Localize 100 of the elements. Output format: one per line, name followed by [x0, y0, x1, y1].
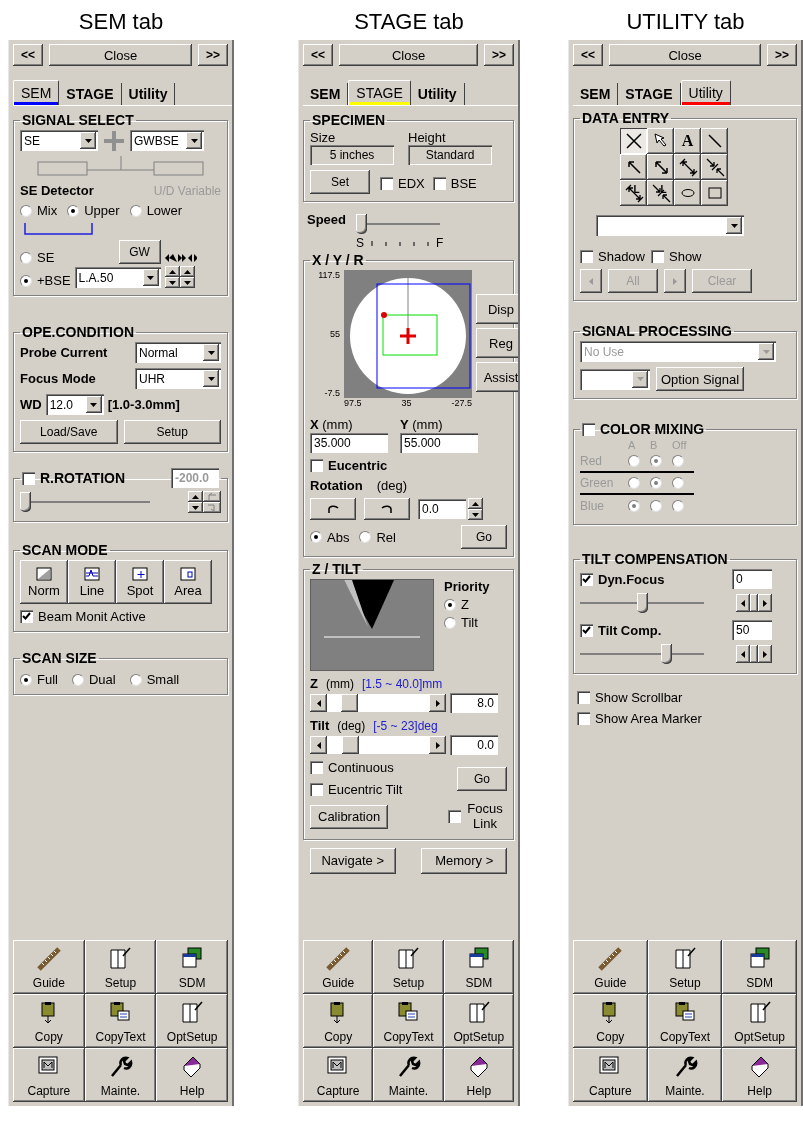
toolbar-button[interactable]: Help	[156, 1048, 228, 1102]
toolbar-button[interactable]: OptSetup	[722, 994, 797, 1048]
slider-thumb[interactable]	[661, 644, 673, 664]
toolbar-button[interactable]: Help	[722, 1048, 797, 1102]
dropdown[interactable]: UHR	[135, 368, 221, 389]
spin-down-button[interactable]	[179, 277, 195, 288]
radio-button[interactable]	[129, 204, 142, 217]
scroll-left-button[interactable]	[736, 594, 750, 612]
radio-button[interactable]	[20, 251, 32, 264]
radio-button[interactable]	[444, 598, 456, 611]
next-button[interactable]: >>	[767, 44, 797, 66]
scroll-right-button[interactable]	[429, 736, 446, 754]
radio-button[interactable]	[310, 531, 322, 543]
rotate-left-button[interactable]	[310, 498, 356, 520]
toolbar-button[interactable]: OptSetup	[443, 994, 514, 1048]
toolbar-button[interactable]: SDM	[443, 940, 514, 994]
scroll-thumb[interactable]	[341, 694, 359, 712]
close-button[interactable]: Close	[609, 44, 761, 66]
checkbox[interactable]	[580, 623, 593, 637]
radio-button[interactable]	[628, 500, 640, 512]
radio-button[interactable]	[650, 455, 662, 467]
spin-down-button[interactable]	[468, 509, 483, 520]
radio-button[interactable]	[20, 673, 32, 686]
toolbar-button[interactable]: Guide	[573, 940, 648, 994]
nav-button[interactable]: Memory >	[421, 847, 508, 874]
checkbox[interactable]	[22, 471, 35, 485]
checkbox[interactable]	[582, 422, 595, 436]
toolbar-button[interactable]: CopyText	[373, 994, 444, 1048]
scroll-thumb[interactable]	[342, 736, 360, 754]
dropdown[interactable]	[596, 215, 744, 236]
rotate-cw-button[interactable]	[203, 502, 221, 513]
scroll-left-button[interactable]	[310, 736, 327, 754]
action-button[interactable]: Setup	[123, 420, 221, 444]
toolbar-button[interactable]: Mainte.	[647, 1048, 723, 1102]
option-signal-button[interactable]: Option Signal	[656, 367, 745, 391]
checkbox[interactable]	[448, 810, 461, 824]
checkbox[interactable]	[20, 610, 33, 623]
input-field[interactable]: 8.0	[450, 693, 498, 713]
gw-button[interactable]: GW	[118, 240, 161, 264]
checkbox[interactable]	[380, 177, 393, 190]
tab[interactable]: Utility	[680, 80, 731, 105]
radio-button[interactable]	[672, 500, 684, 512]
radio-button[interactable]	[20, 274, 32, 287]
toolbar-button[interactable]: Help	[443, 1048, 514, 1102]
dropdown[interactable]: L.A.50	[74, 267, 161, 288]
scroll-right-button[interactable]	[758, 645, 772, 663]
toolbar-button[interactable]: Capture	[303, 1048, 374, 1102]
slider-thumb[interactable]	[356, 214, 367, 234]
scroll-left-button[interactable]	[736, 645, 750, 663]
toolbar-button[interactable]: Setup	[84, 940, 157, 994]
dropdown[interactable]: SE	[20, 130, 98, 151]
scan-mode-button[interactable]: Line	[68, 560, 116, 604]
checkbox[interactable]	[577, 712, 590, 725]
radio-button[interactable]	[20, 204, 32, 217]
nav-button[interactable]: Navigate >	[309, 847, 396, 874]
rotate-right-button[interactable]	[364, 498, 410, 520]
previous-button[interactable]: <<	[13, 44, 43, 66]
toolbar-button[interactable]: CopyText	[647, 994, 723, 1048]
toolbar-button[interactable]: CopyText	[84, 994, 157, 1048]
radio-button[interactable]	[444, 616, 456, 629]
close-button[interactable]: Close	[339, 44, 478, 66]
toolbar-button[interactable]: Copy	[13, 994, 85, 1048]
dropdown[interactable]: GWBSE	[130, 130, 204, 151]
go-button[interactable]: Go	[457, 766, 507, 791]
toolbar-button[interactable]: SDM	[156, 940, 228, 994]
input-field[interactable]: 50	[732, 620, 772, 640]
tab[interactable]: SEM	[13, 80, 60, 105]
scroll-right-button[interactable]	[758, 594, 772, 612]
spin-up-button[interactable]	[179, 266, 195, 277]
calibration-button[interactable]: Calibration	[310, 804, 389, 829]
action-button[interactable]: Load/Save	[20, 420, 118, 444]
dropdown[interactable]: Normal	[135, 342, 221, 363]
radio-button[interactable]	[650, 500, 662, 512]
scroll-thumb[interactable]	[750, 594, 758, 612]
checkbox[interactable]	[310, 761, 323, 774]
scan-mode-button[interactable]: Norm	[20, 560, 68, 604]
go-button[interactable]: Go	[461, 525, 507, 549]
toolbar-button[interactable]: Setup	[647, 940, 723, 994]
scan-mode-button[interactable]: Spot	[116, 560, 164, 604]
radio-button[interactable]	[359, 531, 372, 543]
toolbar-button[interactable]: SDM	[722, 940, 797, 994]
map-button[interactable]: Reg	[476, 328, 518, 358]
slider-thumb[interactable]	[20, 492, 31, 512]
spin-up-button[interactable]	[468, 498, 483, 509]
map-button[interactable]: Disp	[476, 294, 518, 324]
input-field[interactable]: 5 inches	[310, 145, 394, 165]
checkbox[interactable]	[577, 691, 590, 704]
rotate-ccw-button[interactable]	[203, 491, 221, 502]
input-field[interactable]: 0.0	[450, 735, 498, 755]
set-button[interactable]: Set	[310, 170, 370, 194]
tab[interactable]: STAGE	[348, 80, 411, 105]
toolbar-button[interactable]: Setup	[373, 940, 444, 994]
input-field[interactable]: 0	[732, 569, 772, 589]
radio-button[interactable]	[650, 477, 662, 489]
checkbox[interactable]	[310, 783, 323, 796]
next-button[interactable]: >>	[198, 44, 228, 66]
spin-down-button[interactable]	[188, 502, 203, 513]
toolbar-button[interactable]: Mainte.	[84, 1048, 157, 1102]
toolbar-button[interactable]: OptSetup	[156, 994, 228, 1048]
previous-button[interactable]: <<	[573, 44, 603, 66]
